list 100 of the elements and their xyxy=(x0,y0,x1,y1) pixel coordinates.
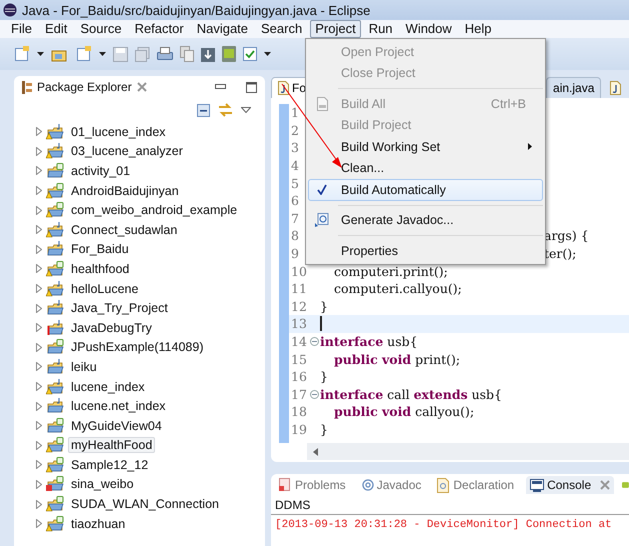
tree-item[interactable]: 03_lucene_analyzer xyxy=(68,143,186,160)
collapse-all-icon[interactable] xyxy=(197,104,210,116)
tree-item[interactable]: Java_Try_Project xyxy=(68,300,171,316)
tree-item[interactable]: SUDA_WLAN_Connection xyxy=(68,496,222,512)
menu-item[interactable]: Search xyxy=(256,20,308,38)
expand-arrow-icon[interactable] xyxy=(36,480,42,489)
tree-item[interactable]: com_weibo_android_example xyxy=(68,202,240,218)
line-number: 14 xyxy=(290,334,308,350)
expand-arrow-icon[interactable] xyxy=(36,519,42,528)
java-file-icon[interactable] xyxy=(610,81,621,95)
dropdown-caret-icon[interactable] xyxy=(264,52,271,56)
expand-arrow-icon[interactable] xyxy=(36,244,42,254)
tree-item[interactable]: JavaDebugTry xyxy=(68,320,155,336)
expand-arrow-icon[interactable] xyxy=(36,402,42,411)
view-tab[interactable]: Declaration xyxy=(433,476,518,494)
view-tab[interactable]: Problems xyxy=(275,476,350,494)
view-tab[interactable]: Javadoc xyxy=(358,476,426,494)
view-tab[interactable]: Console xyxy=(526,476,614,494)
menu-item[interactable]: Refactor xyxy=(130,20,189,38)
code-line: } xyxy=(320,369,328,384)
menu-item[interactable]: Project xyxy=(310,20,361,38)
fold-icon[interactable] xyxy=(310,390,319,399)
checkbox-icon[interactable] xyxy=(243,47,257,61)
line-number: 13 xyxy=(290,316,308,332)
expand-arrow-icon[interactable] xyxy=(36,225,42,234)
tree-item[interactable]: lucene_index xyxy=(68,378,148,395)
editor-tab[interactable]: ain.java xyxy=(546,77,602,98)
tree-item[interactable]: 01_lucene_index xyxy=(68,124,169,140)
tree-item[interactable]: leiku xyxy=(68,358,100,375)
expand-arrow-icon[interactable] xyxy=(36,206,42,215)
line-number: 6 xyxy=(290,193,300,208)
download-icon[interactable] xyxy=(201,46,215,62)
close-icon[interactable] xyxy=(136,82,147,92)
new-package-icon[interactable] xyxy=(76,46,92,62)
line-number: 12 xyxy=(290,298,308,314)
console-line: [2013-09-13 20:31:28 - DeviceMonitor] Connection at xyxy=(274,518,613,533)
menu-item[interactable]: Edit xyxy=(40,20,72,38)
expand-arrow-icon[interactable] xyxy=(36,440,42,450)
menu-item[interactable]: Run xyxy=(364,20,398,38)
expand-arrow-icon[interactable] xyxy=(36,166,42,176)
project-folder-icon xyxy=(46,143,64,160)
menu-item[interactable]: Source xyxy=(75,20,127,38)
scroll-left-icon[interactable] xyxy=(313,448,318,456)
javadoc-icon xyxy=(315,213,329,228)
horizontal-scrollbar[interactable] xyxy=(307,443,629,460)
menu-item[interactable]: Window xyxy=(400,20,457,38)
close-icon[interactable] xyxy=(600,480,610,490)
expand-arrow-icon[interactable] xyxy=(36,304,42,313)
menu-entry[interactable]: Build Automatically xyxy=(308,179,543,200)
tree-item[interactable]: Sample12_12 xyxy=(68,456,152,473)
expand-arrow-icon[interactable] xyxy=(36,186,42,196)
tree-item[interactable]: Connect_sudawlan xyxy=(68,222,180,238)
new-file-icon[interactable] xyxy=(14,46,30,62)
expand-arrow-icon[interactable] xyxy=(36,460,42,470)
expand-arrow-icon[interactable] xyxy=(36,264,42,274)
fold-icon[interactable] xyxy=(310,337,319,346)
dropdown-caret-icon[interactable] xyxy=(99,52,106,56)
project-folder-icon xyxy=(46,124,64,140)
expand-arrow-icon[interactable] xyxy=(36,323,42,332)
android-project-icon xyxy=(46,162,64,179)
view-menu-icon[interactable] xyxy=(241,107,251,113)
expand-arrow-icon[interactable] xyxy=(36,146,42,156)
menu-item[interactable]: Help xyxy=(460,20,497,38)
tree-item[interactable]: tiaozhuan xyxy=(68,516,128,532)
tree-item[interactable]: helloLucene xyxy=(68,280,142,297)
printer-icon[interactable] xyxy=(157,47,173,61)
tree-item[interactable]: activity_01 xyxy=(68,162,134,179)
android-project-icon xyxy=(46,476,64,492)
menu-entry[interactable]: Clean... xyxy=(308,158,543,179)
dropdown-caret-icon[interactable] xyxy=(37,52,44,56)
log-icon[interactable] xyxy=(622,479,629,491)
menu-entry[interactable]: Build Working Set xyxy=(308,136,543,158)
expand-arrow-icon[interactable] xyxy=(36,127,42,136)
tree-item[interactable]: AndroidBaidujinyan xyxy=(68,182,182,199)
minimize-icon[interactable] xyxy=(215,84,226,90)
expand-arrow-icon[interactable] xyxy=(36,284,42,294)
tree-item[interactable]: myHealthFood xyxy=(68,437,156,454)
code-line: } xyxy=(320,422,328,437)
expand-arrow-icon[interactable] xyxy=(36,421,42,430)
menu-entry[interactable]: Properties xyxy=(308,240,543,262)
tree-item[interactable]: healthfood xyxy=(68,260,132,277)
expand-arrow-icon[interactable] xyxy=(36,382,42,392)
expand-arrow-icon[interactable] xyxy=(36,342,42,352)
link-arrows-icon[interactable] xyxy=(218,103,233,117)
android-project-icon xyxy=(46,437,64,454)
line-number: 10 xyxy=(290,264,308,279)
menu-item[interactable]: File xyxy=(6,20,37,38)
menu-entry[interactable]: Generate Javadoc... xyxy=(308,210,543,231)
tree-item[interactable]: For_Baidu xyxy=(68,241,132,258)
save-all-icon[interactable] xyxy=(135,46,150,62)
tree-item[interactable]: JPushExample(114089) xyxy=(68,339,206,356)
menu-item[interactable]: Navigate xyxy=(192,20,254,38)
tree-item[interactable]: sina_weibo xyxy=(68,476,137,492)
tree-item[interactable]: MyGuideView04 xyxy=(68,418,165,434)
maximize-icon[interactable] xyxy=(246,82,257,92)
expand-arrow-icon[interactable] xyxy=(36,362,42,372)
save-icon[interactable] xyxy=(113,46,128,62)
tree-item[interactable]: lucene.net_index xyxy=(68,398,169,414)
expand-arrow-icon[interactable] xyxy=(36,500,42,509)
line-number: 19 xyxy=(290,422,308,437)
